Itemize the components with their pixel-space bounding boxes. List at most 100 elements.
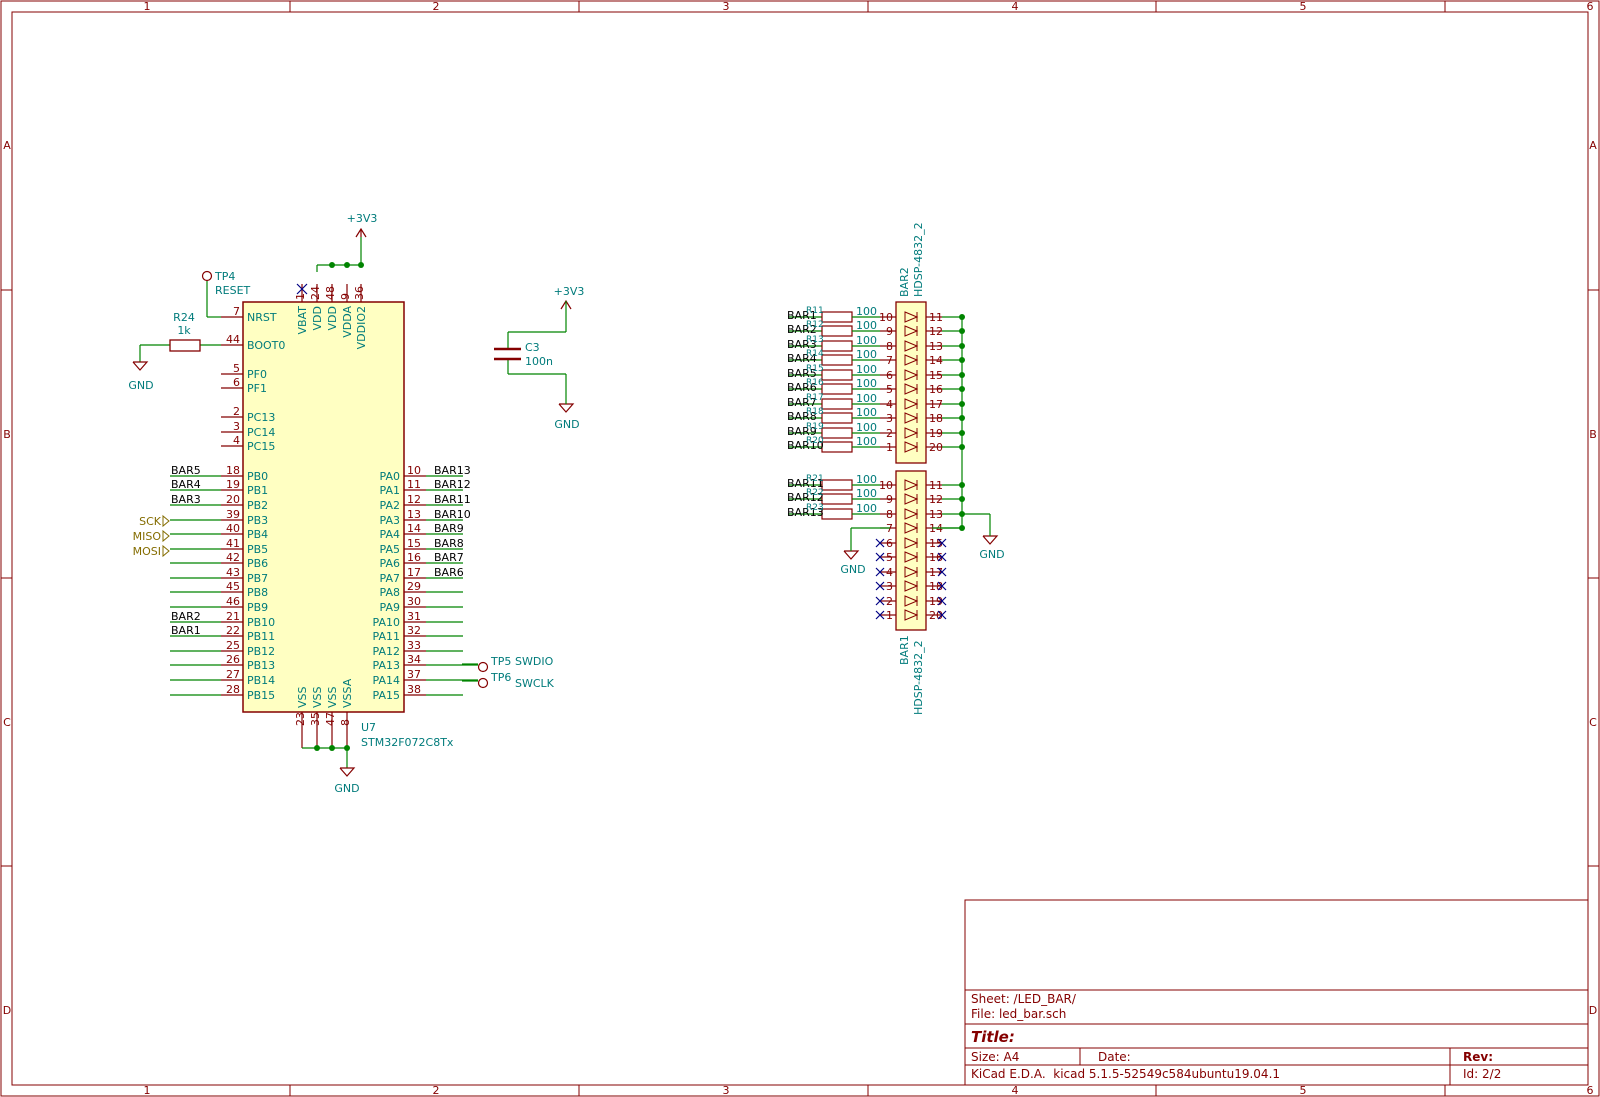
bar1-ref: BAR1 bbox=[898, 635, 911, 665]
bar-pin-number: 13 bbox=[929, 340, 943, 353]
tp4-label: RESET bbox=[215, 284, 251, 297]
gnd-label-mcu: GND bbox=[334, 782, 359, 795]
sheet-name-label: Sheet: /LED_BAR/ bbox=[971, 992, 1077, 1006]
mcu-net-label: BAR13 bbox=[434, 464, 471, 477]
bar-pin-number: 6 bbox=[886, 537, 893, 550]
series-resistor bbox=[821, 325, 853, 337]
tp6-ref: TP6 bbox=[490, 671, 511, 684]
mcu-pin-name: VSS bbox=[311, 686, 324, 708]
frame-row-b-right: B bbox=[1589, 428, 1597, 441]
resistor-ref: R15 bbox=[806, 364, 824, 374]
mcu-pin-name: PA0 bbox=[380, 470, 400, 483]
resistor-ref: R17 bbox=[806, 393, 824, 403]
mcu-pin-number: 20 bbox=[226, 493, 240, 506]
bar-pin-number: 10 bbox=[879, 311, 893, 324]
resistor-value: 100 bbox=[856, 473, 877, 486]
bar-pin-number: 6 bbox=[886, 369, 893, 382]
mcu-pin-number: 42 bbox=[226, 551, 240, 564]
v33-label-mcu: +3V3 bbox=[347, 212, 378, 225]
mcu-pin-number: 43 bbox=[226, 566, 240, 579]
mcu-pin-name: VDD bbox=[311, 306, 324, 330]
series-resistor bbox=[821, 340, 853, 352]
bar2-component: BAR2 HDSP-4832_2 bbox=[895, 222, 927, 464]
mcu-pin-number: 34 bbox=[407, 653, 421, 666]
mcu-pin-number: 6 bbox=[233, 376, 240, 389]
frame-col-5-bottom: 5 bbox=[1300, 1084, 1307, 1097]
mcu-pin-name: PA8 bbox=[380, 586, 400, 599]
frame-row-c-left: C bbox=[3, 716, 11, 729]
bar-pin-number: 11 bbox=[929, 311, 943, 324]
hier-labels: SCK MISO MOSI bbox=[133, 514, 170, 558]
c3-value: 100n bbox=[525, 355, 553, 368]
bar-pin-number: 12 bbox=[929, 325, 943, 338]
mcu-pin-number: 3 bbox=[233, 420, 240, 433]
mcu-pin-number: 26 bbox=[226, 653, 240, 666]
mcu-pin-number: 1 bbox=[294, 293, 307, 300]
mcu-pin-name: PF1 bbox=[247, 382, 267, 395]
frame-col-2-top: 2 bbox=[433, 0, 440, 13]
mcu-pin-name: PB0 bbox=[247, 470, 268, 483]
bar-pin-number: 11 bbox=[929, 479, 943, 492]
mcu-pin-name: PB14 bbox=[247, 674, 275, 687]
resistor-ref: R20 bbox=[806, 436, 824, 446]
mcu-net-label: BAR2 bbox=[171, 610, 201, 623]
mcu-pin-number: 16 bbox=[407, 551, 421, 564]
resistor-ref: R19 bbox=[806, 422, 824, 432]
resistor-value: 100 bbox=[856, 334, 877, 347]
mcu-net-label: BAR5 bbox=[171, 464, 201, 477]
series-resistor bbox=[821, 493, 853, 505]
mcu-ref: U7 bbox=[361, 721, 376, 734]
mcu-pin-name: PA13 bbox=[373, 659, 400, 672]
resistor-ref: R16 bbox=[806, 378, 824, 388]
resistor-value: 100 bbox=[856, 406, 877, 419]
mcu-pin-number: 9 bbox=[339, 293, 352, 300]
mcu-pin-name: PA6 bbox=[380, 557, 400, 570]
mcu-net-label: BAR9 bbox=[434, 522, 464, 535]
bar-pin-number: 8 bbox=[886, 340, 893, 353]
bar-pin-number: 2 bbox=[886, 595, 893, 608]
mcu-pin-name: BOOT0 bbox=[247, 339, 285, 352]
c3-capacitor: C3 100n +3V3 GND bbox=[494, 285, 584, 431]
mcu-pin-number: 18 bbox=[226, 464, 240, 477]
r24-resistor: R24 1k bbox=[169, 311, 201, 352]
frame-col-4-bottom: 4 bbox=[1012, 1084, 1019, 1097]
bar2-body bbox=[895, 301, 927, 464]
mcu-pin-number: 39 bbox=[226, 508, 240, 521]
mcu-pin-name: VSS bbox=[296, 686, 309, 708]
mcu-pin-name: VDD bbox=[326, 306, 339, 330]
resistor-ref: R12 bbox=[806, 320, 824, 330]
mcu-pin-number: 46 bbox=[226, 595, 240, 608]
mcu-pin-name: VSSA bbox=[341, 678, 354, 708]
series-resistor bbox=[821, 479, 853, 491]
mcu-pin-number: 38 bbox=[407, 683, 421, 696]
mcu-pin-name: VDDIO2 bbox=[355, 306, 368, 349]
mcu-pin-name: VDDA bbox=[341, 306, 354, 338]
mcu-net-label: BAR12 bbox=[434, 478, 471, 491]
frame-col-2-bottom: 2 bbox=[433, 1084, 440, 1097]
mcu-pin-number: 21 bbox=[226, 610, 240, 623]
bar1-body bbox=[895, 470, 927, 631]
mcu-pin-number: 10 bbox=[407, 464, 421, 477]
resistor-ref: R22 bbox=[806, 488, 824, 498]
hier-label-sck: SCK bbox=[139, 515, 162, 528]
bar1-component: BAR1 HDSP-4832_2 bbox=[895, 470, 927, 715]
mcu-pin-name: PA1 bbox=[380, 484, 400, 497]
mcu-pin-name: PA10 bbox=[373, 616, 400, 629]
resistor-value: 100 bbox=[856, 363, 877, 376]
mcu-pin-name: PA7 bbox=[380, 572, 400, 585]
bar-pin-number: 14 bbox=[929, 354, 943, 367]
hier-label-mosi: MOSI bbox=[133, 545, 161, 558]
frame-col-4-top: 4 bbox=[1012, 0, 1019, 13]
series-resistor bbox=[821, 369, 853, 381]
mcu-pin-name: PB8 bbox=[247, 586, 268, 599]
mcu-pin-name: PB15 bbox=[247, 689, 275, 702]
series-resistor bbox=[821, 398, 853, 410]
tp6-label: SWCLK bbox=[515, 677, 555, 690]
mcu-pin-number: 29 bbox=[407, 580, 421, 593]
mcu-pin-name: PB12 bbox=[247, 645, 275, 658]
tp4-testpoint: TP4 RESET bbox=[201, 270, 251, 297]
mcu-pin-number: 45 bbox=[226, 580, 240, 593]
bar1-value: HDSP-4832_2 bbox=[912, 640, 925, 715]
resistor-ref: R23 bbox=[806, 503, 824, 513]
series-resistor bbox=[821, 427, 853, 439]
